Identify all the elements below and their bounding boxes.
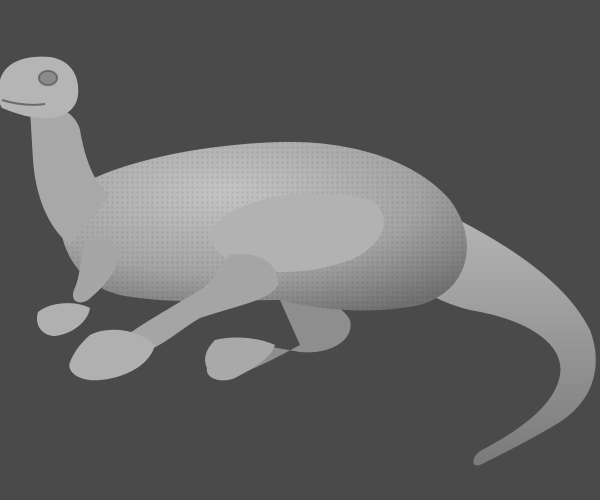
head (0, 56, 79, 119)
eye (38, 70, 58, 86)
dinosaur-render (0, 0, 600, 500)
